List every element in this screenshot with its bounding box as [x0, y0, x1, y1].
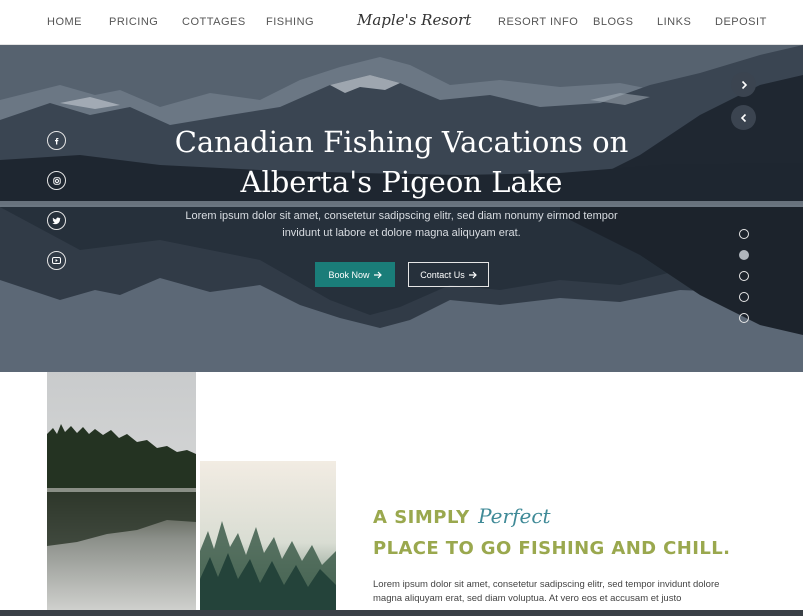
next-slide-button[interactable] — [731, 72, 756, 97]
slide-dot-2[interactable] — [739, 250, 749, 260]
twitter-icon[interactable] — [47, 211, 66, 230]
facebook-icon[interactable] — [47, 131, 66, 150]
previous-slide-button[interactable] — [731, 105, 756, 130]
contact-us-button[interactable]: Contact Us — [408, 262, 489, 287]
lake-forest-photo — [47, 372, 196, 610]
hero-slider: Canadian Fishing Vacations on Alberta's … — [0, 45, 803, 372]
slide-dot-1[interactable] — [739, 229, 749, 239]
contact-us-label: Contact Us — [420, 269, 465, 280]
nav-home[interactable]: HOME — [47, 16, 82, 28]
nav-cottages[interactable]: COTTAGES — [182, 16, 246, 28]
book-now-button[interactable]: Book Now — [315, 262, 395, 287]
section-heading-line2: PLACE TO GO FISHING AND CHILL. — [373, 538, 731, 559]
heading-prefix: A SIMPLY — [373, 507, 470, 528]
nav-deposit[interactable]: DEPOSIT — [715, 16, 767, 28]
hero-title-line2: Alberta's Pigeon Lake — [240, 165, 563, 199]
hero-title: Canadian Fishing Vacations on Alberta's … — [100, 122, 703, 202]
site-logo[interactable]: Maple's Resort — [357, 11, 471, 29]
nav-blogs[interactable]: BLOGS — [593, 16, 633, 28]
chevron-left-icon — [740, 113, 746, 122]
heading-script-word: Perfect — [478, 504, 551, 528]
top-navigation: HOME PRICING COTTAGES FISHING Maple's Re… — [0, 0, 803, 45]
instagram-icon[interactable] — [47, 171, 66, 190]
slide-dot-5[interactable] — [739, 313, 749, 323]
nav-resort-info[interactable]: RESORT INFO — [498, 16, 578, 28]
nav-links[interactable]: LINKS — [657, 16, 691, 28]
about-section: A SIMPLY Perfect PLACE TO GO FISHING AND… — [0, 372, 803, 616]
window-bottom-edge — [0, 610, 803, 616]
nav-fishing[interactable]: FISHING — [266, 16, 314, 28]
youtube-icon[interactable] — [47, 251, 66, 270]
book-now-label: Book Now — [328, 269, 370, 280]
section-heading-line1: A SIMPLY Perfect — [373, 504, 551, 528]
about-paragraph: Lorem ipsum dolor sit amet, consetetur s… — [373, 579, 720, 604]
hero-title-line1: Canadian Fishing Vacations on — [174, 125, 629, 159]
arrow-right-icon — [468, 271, 477, 278]
nav-pricing[interactable]: PRICING — [109, 16, 158, 28]
arrow-right-icon — [373, 271, 382, 278]
chevron-right-icon — [741, 80, 747, 89]
misty-forest-photo — [200, 461, 336, 610]
slide-dot-4[interactable] — [739, 292, 749, 302]
hero-subtitle: Lorem ipsum dolor sit amet, consetetur s… — [185, 210, 618, 239]
slide-dot-3[interactable] — [739, 271, 749, 281]
